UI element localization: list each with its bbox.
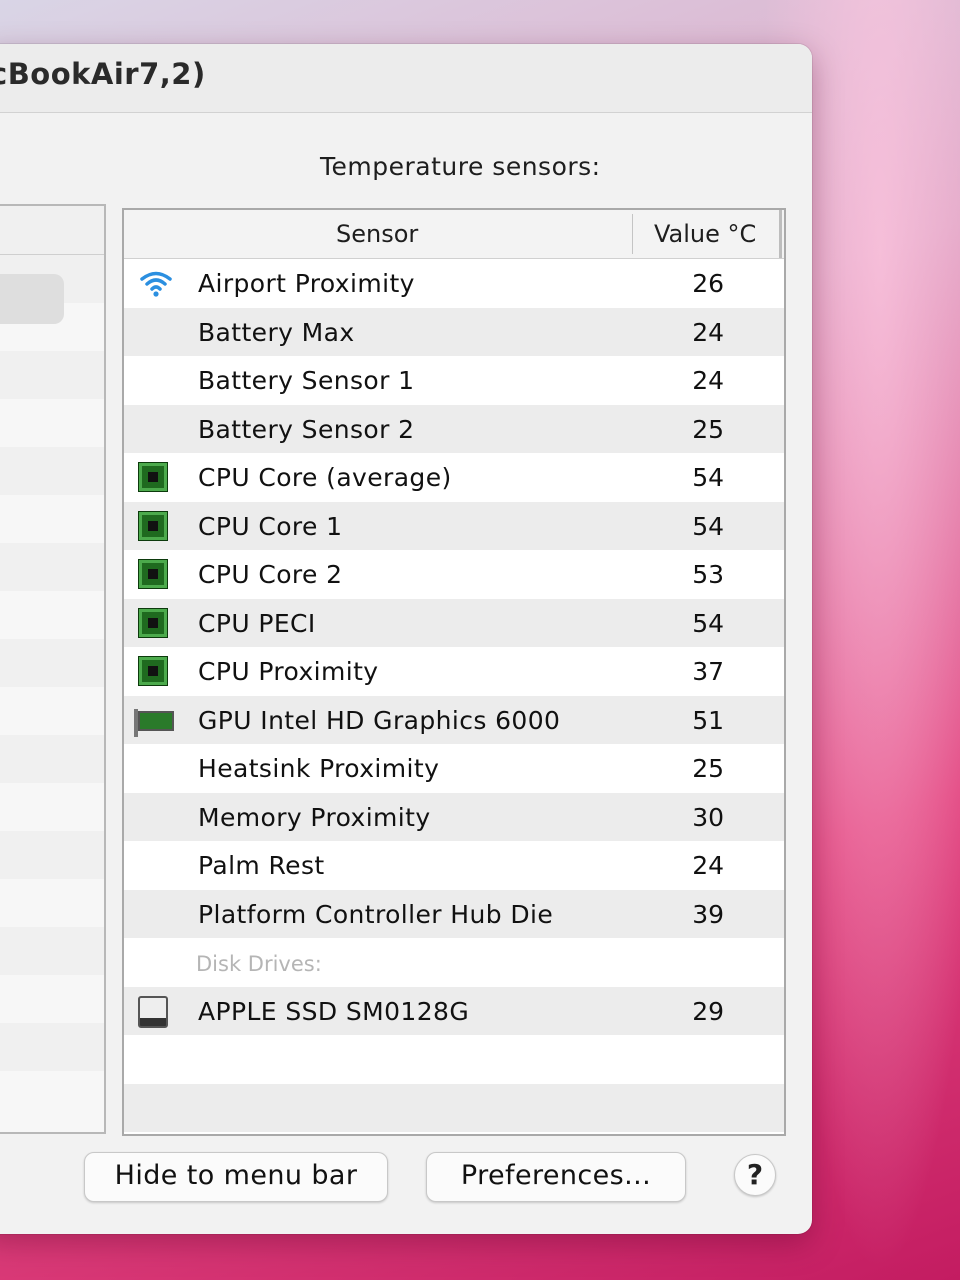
table-row[interactable]: Battery Max 24 — [124, 307, 784, 356]
sensor-value: 30 — [692, 802, 724, 832]
table-body: Airport Proximity 26 Battery Max 24 Battery … — [124, 259, 784, 1132]
empty-icon-slot — [138, 365, 172, 397]
table-row[interactable]: Heatsink Proximity 25 — [124, 744, 784, 793]
sensor-name: Battery Sensor 1 — [198, 366, 415, 395]
empty-row — [124, 1083, 784, 1132]
cpu-chip-icon — [138, 656, 172, 688]
group-header-row: Disk Drives: — [124, 938, 784, 987]
sensor-value: 24 — [692, 851, 724, 880]
ssd-drive-icon — [138, 995, 172, 1028]
preferences-button[interactable]: Preferences... — [426, 1152, 686, 1202]
cpu-chip-icon — [138, 510, 172, 543]
cpu-chip-icon — [138, 559, 172, 591]
table-row[interactable]: Platform Controller Hub Die 39 — [124, 889, 784, 938]
table-row[interactable]: CPU PECI 54 — [124, 598, 784, 647]
empty-icon-slot — [138, 317, 172, 349]
table-row[interactable]: Airport Proximity 26 — [124, 259, 784, 308]
sensor-name: Palm Rest — [198, 851, 325, 880]
empty-icon-slot — [138, 850, 172, 882]
table-row[interactable]: APPLE SSD SM0128G 29 — [124, 986, 784, 1035]
title-bar[interactable]: cBookAir7,2) — [0, 44, 812, 113]
sensor-value: 29 — [692, 996, 724, 1026]
sensor-name: APPLE SSD SM0128G — [198, 996, 470, 1026]
sensor-name: Memory Proximity — [198, 802, 431, 832]
window-title: cBookAir7,2) — [0, 57, 206, 91]
sensor-name: Battery Sensor 2 — [198, 414, 415, 444]
table-row[interactable]: CPU Proximity 37 — [124, 647, 784, 696]
table-row[interactable]: Battery Sensor 1 24 — [124, 356, 784, 405]
empty-icon-slot — [138, 802, 172, 834]
sensor-table[interactable]: Sensor Value °C Airport Proximity 26 Batte… — [122, 208, 786, 1136]
table-row[interactable]: Battery Sensor 2 25 — [124, 404, 784, 453]
sensor-name: Heatsink Proximity — [198, 754, 440, 783]
cpu-chip-icon — [138, 462, 172, 494]
table-row[interactable]: CPU Core 2 53 — [124, 550, 784, 599]
table-row[interactable]: Palm Rest 24 — [124, 841, 784, 890]
table-header: Sensor Value °C — [124, 210, 784, 259]
wifi-icon — [138, 268, 172, 300]
help-button[interactable]: ? — [734, 1154, 776, 1196]
sensor-value: 24 — [692, 366, 724, 395]
sensor-name: CPU Proximity — [198, 657, 379, 686]
header-edge — [779, 210, 782, 258]
sensor-name: CPU Core 1 — [198, 511, 343, 541]
cpu-chip-icon — [138, 607, 172, 640]
hide-to-menu-bar-button[interactable]: Hide to menu bar — [84, 1152, 388, 1202]
column-divider[interactable] — [632, 214, 633, 254]
gpu-card-icon — [134, 705, 174, 737]
sensor-name: GPU Intel HD Graphics 6000 — [198, 705, 561, 735]
sensor-value: 26 — [692, 269, 724, 298]
table-row[interactable]: CPU Core (average) 54 — [124, 453, 784, 502]
column-header-value[interactable]: Value °C — [654, 220, 756, 248]
sensor-value: 53 — [692, 560, 724, 589]
sensor-name: Platform Controller Hub Die — [198, 899, 554, 929]
empty-icon-slot — [138, 414, 172, 446]
sensor-value: 54 — [692, 608, 724, 638]
group-label: Disk Drives: — [196, 952, 322, 976]
sensor-name: CPU Core 2 — [198, 560, 343, 589]
sensor-value: 54 — [692, 511, 724, 541]
sensor-value: 39 — [692, 899, 724, 929]
sensor-value: 25 — [692, 754, 724, 783]
section-title: Temperature sensors: — [320, 152, 601, 181]
empty-icon-slot — [138, 753, 172, 785]
table-row[interactable]: CPU Core 1 54 — [124, 501, 784, 550]
empty-row — [124, 1035, 784, 1084]
sensor-value: 54 — [692, 463, 724, 492]
table-row[interactable]: Memory Proximity 30 — [124, 792, 784, 841]
sensor-name: Battery Max — [198, 317, 355, 347]
sidebar-header — [0, 206, 104, 255]
table-row[interactable]: GPU Intel HD Graphics 6000 51 — [124, 695, 784, 744]
empty-icon-slot — [138, 899, 172, 931]
sidebar-selected-item[interactable] — [0, 274, 64, 324]
sensor-value: 37 — [692, 657, 724, 686]
column-header-sensor[interactable]: Sensor — [336, 220, 418, 248]
app-window: cBookAir7,2) Temperature sensors: Sensor… — [0, 44, 812, 1234]
sidebar-list[interactable] — [0, 204, 106, 1134]
sensor-name: Airport Proximity — [198, 269, 415, 298]
sensor-value: 25 — [692, 414, 724, 444]
sensor-value: 24 — [692, 317, 724, 347]
sensor-value: 51 — [692, 705, 724, 735]
sensor-name: CPU PECI — [198, 608, 316, 638]
sensor-name: CPU Core (average) — [198, 463, 452, 492]
